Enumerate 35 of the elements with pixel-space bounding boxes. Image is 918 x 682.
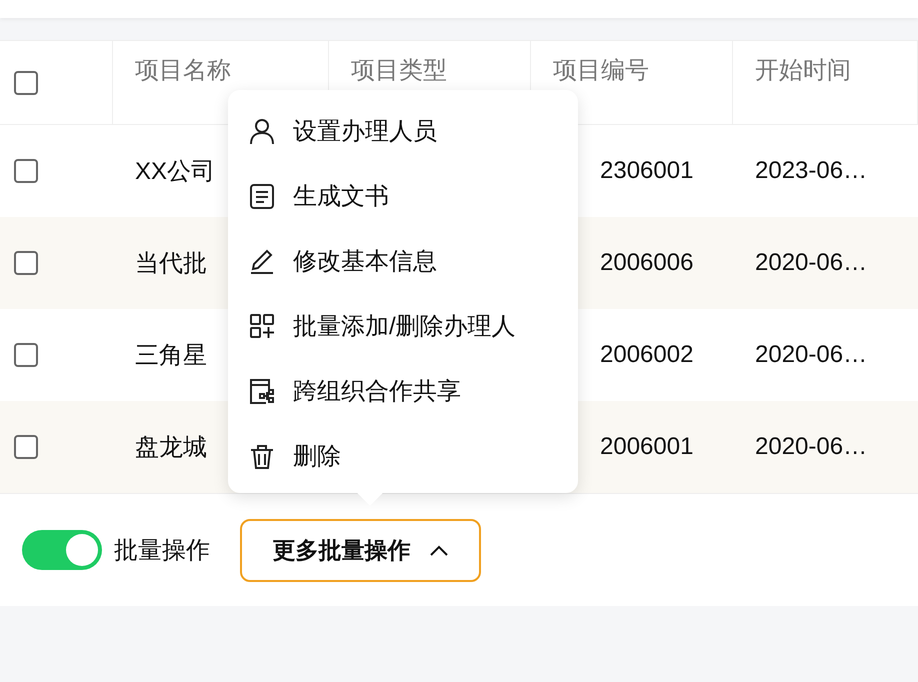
table-cell-text: XX公司 [134,157,216,187]
row-checkbox[interactable] [14,343,38,367]
more-actions-button[interactable]: 更多批量操作 [240,518,481,582]
column-header: 项目名称 [134,56,231,86]
table-cell-text: 2020-06… [754,341,868,369]
row-checkbox[interactable] [14,435,38,459]
menu-item[interactable]: 修改基本信息 [228,228,578,293]
table-cell-text: 2006001 [599,433,694,461]
row-checkbox[interactable] [14,251,38,275]
select-all-checkbox[interactable] [14,70,38,94]
column-header: 项目编号 [552,56,649,86]
table-cell-text: 2006002 [599,341,694,369]
table-cell-text: 2020-06… [754,433,868,461]
table-cell-text: 2020-06… [754,249,868,277]
column-header: 开始时间 [754,56,851,86]
table-cell-text: 盘龙城 [134,433,207,463]
table-cell-text: 2023-06… [754,157,868,185]
toggle-label: 批量操作 [114,536,210,566]
share-icon [248,376,276,404]
row-checkbox[interactable] [14,159,38,183]
table-cell-text: 2306001 [599,157,694,185]
column-header: 项目类型 [350,56,447,86]
caret-icon [428,544,448,556]
table-cell-text: 三角星 [134,341,207,371]
table-cell-text: 2006006 [599,249,694,277]
toggle-switch[interactable] [22,530,102,570]
menu-item[interactable]: 生成文书 [228,163,578,228]
menu-item[interactable]: 删除 [228,423,578,488]
menu-item[interactable]: 批量添加/删除办理人 [228,293,578,358]
person-icon [248,116,276,144]
table-cell-text: 当代批 [134,249,207,279]
menu-item[interactable]: 设置办理人员 [228,98,578,163]
menu-item[interactable]: 跨组织合作共享 [228,358,578,423]
document-icon [248,182,276,210]
grid-plus-icon [248,312,276,340]
